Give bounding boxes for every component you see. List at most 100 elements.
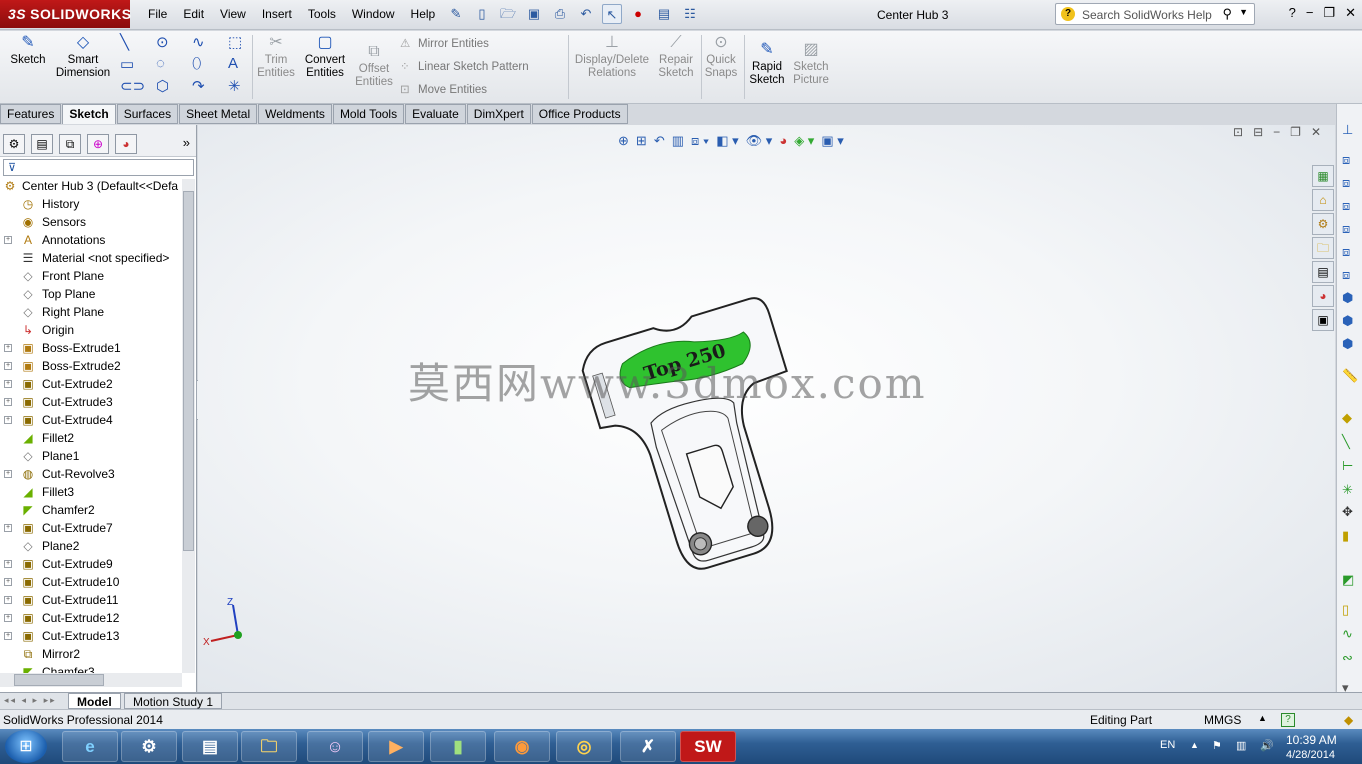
open-folder-icon[interactable]: 🗁: [498, 4, 518, 24]
select-arrow-icon[interactable]: ↖: [602, 4, 622, 24]
save-icon[interactable]: ▣: [524, 4, 544, 24]
tree-item[interactable]: ◇ Plane1: [0, 447, 182, 465]
firefox-icon[interactable]: ◉: [494, 731, 550, 762]
tree-item[interactable]: ⧉ Mirror2: [0, 645, 182, 663]
display-style-icon[interactable]: ◧ ▾: [716, 133, 738, 149]
options-icon[interactable]: ☷: [680, 4, 700, 24]
library-feature-icon[interactable]: ▮: [1342, 528, 1349, 544]
offset-entities-button[interactable]: ⧉ Offset Entities: [352, 43, 396, 89]
spline-icon[interactable]: ∿: [192, 33, 205, 51]
tools-app-icon[interactable]: ✗: [620, 731, 676, 762]
tree-filter[interactable]: ⊽: [3, 159, 194, 176]
tree-horizontal-scrollbar[interactable]: [0, 673, 182, 687]
expand-icon[interactable]: +: [4, 596, 12, 604]
sketch-relations-icon[interactable]: ◆: [1342, 410, 1352, 426]
expand-icon[interactable]: +: [4, 398, 12, 406]
clock-date[interactable]: 4/28/2014: [1286, 749, 1335, 761]
media-player-app-icon[interactable]: ▶: [368, 731, 424, 762]
expand-icon[interactable]: +: [4, 362, 12, 370]
point-tool-icon[interactable]: ✳: [1342, 482, 1353, 498]
tree-root[interactable]: ⚙ Center Hub 3 (Default<<Defa: [0, 177, 182, 195]
appearances-icon[interactable]: ◕: [1312, 285, 1334, 307]
centerline-icon[interactable]: ⊢: [1342, 458, 1353, 474]
curve-tool-icon[interactable]: ∿: [1342, 626, 1353, 642]
right-view-icon[interactable]: ⧈: [1342, 221, 1350, 237]
settings-gear-app-icon[interactable]: ⚙: [121, 731, 177, 762]
file-explorer-app-icon[interactable]: 🗀: [241, 731, 297, 762]
expand-icon[interactable]: +: [4, 560, 12, 568]
search-input[interactable]: Search SolidWorks Help: [1082, 8, 1212, 22]
evaluate-tool-icon[interactable]: ◩: [1342, 572, 1354, 588]
expand-icon[interactable]: +: [4, 524, 12, 532]
solidworks-taskbar-icon[interactable]: SW: [680, 731, 736, 762]
feature-tree-icon[interactable]: ⚙: [3, 134, 25, 154]
tree-item[interactable]: ◢ Fillet2: [0, 429, 182, 447]
view-orientation-icon[interactable]: ⧈ ▾: [691, 133, 709, 149]
home-icon[interactable]: ⌂: [1312, 189, 1334, 211]
polygon-icon[interactable]: ⬡: [156, 77, 169, 95]
fillet-sketch-icon[interactable]: ↷: [192, 77, 205, 95]
point-icon[interactable]: ✳: [228, 77, 241, 95]
previous-view-icon[interactable]: ↶: [654, 133, 665, 149]
language-indicator[interactable]: EN: [1160, 739, 1175, 751]
dimetric-view-icon[interactable]: ⬢: [1342, 336, 1353, 352]
display-manager-icon[interactable]: ◕: [115, 134, 137, 154]
tree-item[interactable]: + ▣ Boss-Extrude2: [0, 357, 182, 375]
tab-evaluate[interactable]: Evaluate: [405, 104, 466, 124]
expand-icon[interactable]: +: [4, 380, 12, 388]
utility-app-icon[interactable]: ▮: [430, 731, 486, 762]
minimize-icon[interactable]: −: [1306, 5, 1314, 21]
scroll-thumb[interactable]: [14, 674, 104, 686]
tree-item[interactable]: + ▣ Cut-Extrude4: [0, 411, 182, 429]
tab-sketch[interactable]: Sketch: [62, 104, 116, 124]
action-center-icon[interactable]: ⚑: [1212, 739, 1222, 752]
tree-item[interactable]: + ▣ Cut-Extrude2: [0, 375, 182, 393]
rectangle-icon[interactable]: ▭: [120, 55, 134, 73]
expand-tabs-icon[interactable]: »: [183, 135, 190, 150]
configuration-manager-icon[interactable]: ⧉: [59, 134, 81, 154]
construction-geometry-icon[interactable]: ⬚: [228, 33, 242, 51]
arc-icon[interactable]: ◌: [156, 55, 165, 72]
expand-icon[interactable]: +: [4, 470, 12, 478]
design-library-icon[interactable]: ⚙: [1312, 213, 1334, 235]
line-tool-icon[interactable]: ╲: [1342, 434, 1350, 450]
tree-item[interactable]: ◉ Sensors: [0, 213, 182, 231]
viewport-close-icon[interactable]: ✕: [1311, 125, 1321, 139]
tree-item[interactable]: + ▣ Cut-Extrude11: [0, 591, 182, 609]
status-tag-icon[interactable]: ◆: [1344, 713, 1353, 727]
property-manager-icon[interactable]: ▤: [31, 134, 53, 154]
rebuild-traffic-light-icon[interactable]: ●: [628, 4, 648, 24]
search-box[interactable]: ? Search SolidWorks Help ⚲ ▼: [1055, 3, 1255, 25]
tree-item[interactable]: ◇ Front Plane: [0, 267, 182, 285]
new-document-icon[interactable]: ▯: [472, 4, 492, 24]
viewport-split-icon[interactable]: ⊟: [1253, 125, 1263, 139]
menu-window[interactable]: Window: [344, 7, 403, 21]
menu-tools[interactable]: Tools: [300, 7, 344, 21]
internet-explorer-icon[interactable]: e: [62, 731, 118, 762]
tree-item[interactable]: + ▣ Cut-Extrude7: [0, 519, 182, 537]
menu-view[interactable]: View: [212, 7, 254, 21]
slot-icon[interactable]: ⊂⊃: [120, 77, 145, 95]
tree-item[interactable]: + ▣ Cut-Extrude12: [0, 609, 182, 627]
search-icon[interactable]: ⚲: [1222, 6, 1232, 22]
start-button[interactable]: ⊞: [5, 730, 47, 763]
expand-icon[interactable]: +: [4, 614, 12, 622]
spline-tool-icon[interactable]: ∾: [1342, 650, 1353, 666]
print-icon[interactable]: ⎙: [550, 4, 570, 24]
tree-vertical-scrollbar[interactable]: [182, 179, 195, 673]
repair-sketch-button[interactable]: ⟋ Repair Sketch: [656, 34, 696, 80]
custom-properties-icon[interactable]: ▣: [1312, 309, 1334, 331]
tree-item[interactable]: ◤ Chamfer3: [0, 663, 182, 673]
trim-entities-button[interactable]: ✂ Trim Entities: [254, 34, 298, 80]
tree-item[interactable]: ◇ Right Plane: [0, 303, 182, 321]
sketch-picture-button[interactable]: ▨ Sketch Picture: [790, 41, 832, 87]
section-view-icon[interactable]: ▥: [672, 133, 684, 149]
normal-to-icon[interactable]: ⊥: [1342, 122, 1353, 138]
clock-time[interactable]: 10:39 AM: [1286, 733, 1337, 747]
move-tool-icon[interactable]: ✥: [1342, 504, 1353, 520]
tree-item[interactable]: ◢ Fillet3: [0, 483, 182, 501]
convert-entities-button[interactable]: ▢ Convert Entities: [302, 34, 348, 80]
viewport-tile-icon[interactable]: ⊡: [1233, 125, 1243, 139]
close-icon[interactable]: ✕: [1345, 5, 1356, 21]
apply-scene-icon[interactable]: ◈ ▾: [794, 133, 814, 149]
